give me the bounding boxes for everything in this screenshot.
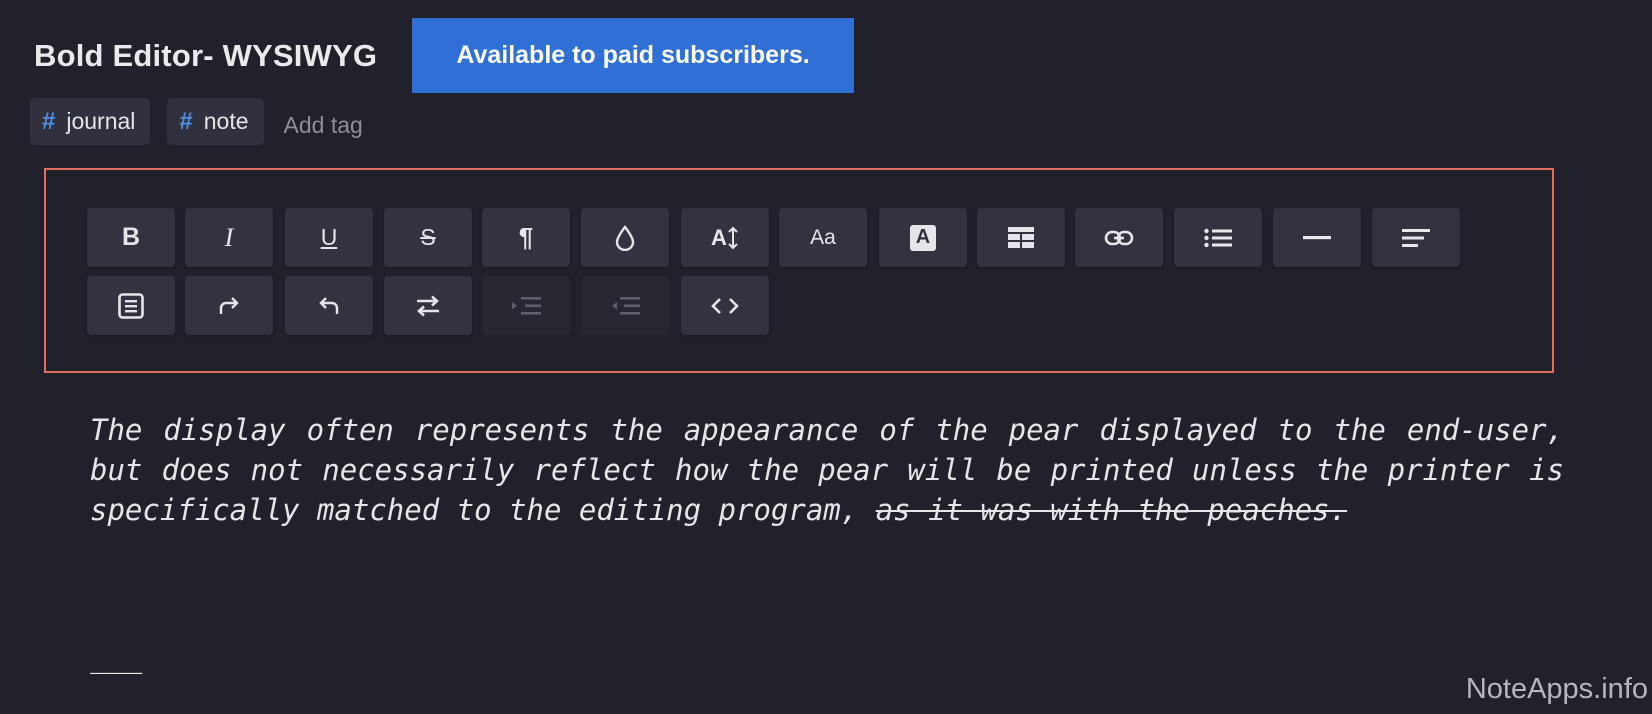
- paragraph-icon: ¶: [518, 222, 534, 252]
- editor-toolbar: B I U S ¶ A Aa A: [44, 168, 1554, 373]
- italic-button[interactable]: I: [185, 208, 273, 267]
- horizontal-rule-icon: [1303, 235, 1331, 239]
- strikethrough-button[interactable]: S: [384, 208, 472, 267]
- bold-button[interactable]: B: [87, 208, 175, 267]
- editor-content[interactable]: The display often represents the appeara…: [90, 410, 1564, 530]
- italic-icon: I: [224, 222, 234, 252]
- indent-button[interactable]: [482, 276, 570, 335]
- hash-icon: #: [179, 107, 193, 135]
- indent-icon: [512, 296, 541, 315]
- document-button[interactable]: [87, 276, 175, 335]
- font-family-icon: Aa: [810, 225, 836, 249]
- font-family-button[interactable]: Aa: [779, 208, 867, 267]
- horizontal-rule-button[interactable]: [1273, 208, 1361, 267]
- code-button[interactable]: [681, 276, 769, 335]
- paragraph-button[interactable]: ¶: [482, 208, 570, 267]
- markdown-horizontal-rule: ___: [90, 640, 143, 674]
- tag-label: note: [203, 108, 249, 134]
- highlight-button[interactable]: A: [879, 208, 967, 267]
- direction-swap-icon: [417, 295, 439, 316]
- redo-button[interactable]: [185, 276, 273, 335]
- strikethrough-text: as it was with the peaches.: [875, 493, 1348, 527]
- align-left-button[interactable]: [1372, 208, 1460, 267]
- page-title: Bold Editor- WYSIWYG: [34, 38, 378, 73]
- strikethrough-icon: S: [420, 224, 436, 250]
- align-left-icon: [1402, 228, 1430, 247]
- text-color-drop-icon: [615, 224, 635, 251]
- table-button[interactable]: [977, 208, 1065, 267]
- hash-icon: #: [42, 107, 56, 135]
- add-tag-input[interactable]: Add tag: [284, 112, 363, 139]
- undo-button[interactable]: [285, 276, 373, 335]
- underline-icon: U: [320, 224, 338, 250]
- tag-label: journal: [66, 108, 136, 134]
- table-icon: [1008, 226, 1034, 248]
- text-color-button[interactable]: [581, 208, 669, 267]
- link-button[interactable]: [1075, 208, 1163, 267]
- underline-button[interactable]: U: [285, 208, 373, 267]
- outdent-button[interactable]: [581, 276, 669, 335]
- outdent-icon: [612, 296, 640, 315]
- direction-swap-button[interactable]: [384, 276, 472, 335]
- bullet-list-button[interactable]: [1174, 208, 1262, 267]
- link-icon: [1104, 230, 1134, 245]
- tag-note[interactable]: # note: [167, 98, 264, 145]
- code-icon: [711, 297, 739, 314]
- paid-subscribers-banner: Available to paid subscribers.: [412, 18, 854, 93]
- undo-icon: [319, 296, 339, 314]
- document-icon: [118, 292, 144, 319]
- bullet-list-icon: [1204, 228, 1232, 247]
- redo-icon: [219, 296, 239, 314]
- highlight-icon: A: [910, 224, 936, 251]
- tag-journal[interactable]: # journal: [30, 98, 151, 145]
- tag-bar: # journal # note Add tag: [30, 98, 363, 145]
- bold-icon: B: [121, 223, 141, 251]
- font-size-icon: A: [711, 225, 739, 251]
- font-size-button[interactable]: A: [681, 208, 769, 267]
- watermark: NoteApps.info: [1465, 673, 1648, 705]
